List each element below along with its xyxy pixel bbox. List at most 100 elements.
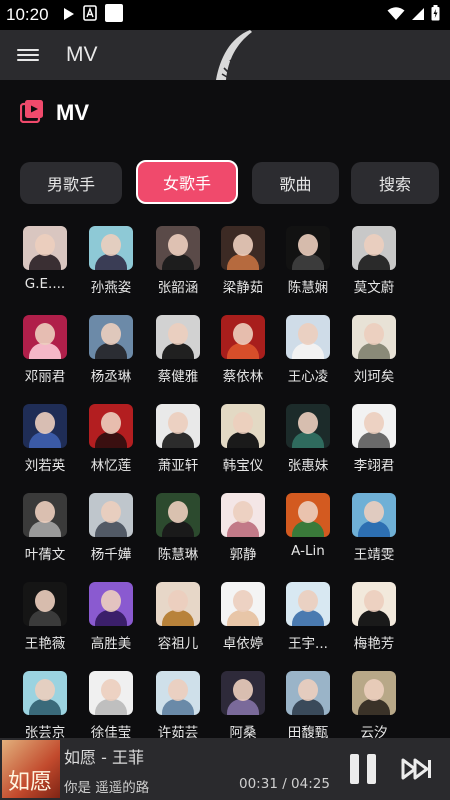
- artist-avatar[interactable]: [89, 315, 133, 359]
- artist-item[interactable]: G.E....: [10, 226, 80, 292]
- mini-player[interactable]: 如愿 如愿 - 王菲 你是 遥遥的路 00:31 / 04:25: [0, 738, 450, 800]
- tab-search[interactable]: 搜索: [351, 162, 439, 204]
- artist-avatar[interactable]: [286, 404, 330, 448]
- artist-avatar[interactable]: [352, 404, 396, 448]
- artist-avatar[interactable]: [221, 493, 265, 537]
- artist-item[interactable]: 王艳薇: [10, 582, 80, 652]
- artist-name: 莫文蔚: [353, 280, 395, 296]
- next-button[interactable]: [401, 756, 433, 786]
- section-header: MV: [19, 96, 89, 130]
- tab-female-singers[interactable]: 女歌手: [136, 160, 238, 204]
- artist-name: A-Lin: [291, 543, 325, 559]
- artist-avatar[interactable]: [221, 226, 265, 270]
- artist-name: 王心凌: [287, 369, 329, 385]
- artist-item[interactable]: 杨千嬅: [76, 493, 146, 563]
- artist-avatar[interactable]: [156, 582, 200, 626]
- artist-avatar[interactable]: [23, 226, 67, 270]
- artist-item[interactable]: 韩宝仪: [208, 404, 278, 474]
- artist-avatar[interactable]: [286, 671, 330, 715]
- artist-avatar[interactable]: [156, 404, 200, 448]
- artist-name: 叶蒨文: [24, 547, 66, 563]
- artist-item[interactable]: 高胜美: [76, 582, 146, 652]
- artist-avatar[interactable]: [221, 582, 265, 626]
- artist-avatar[interactable]: [23, 493, 67, 537]
- status-right-icons: [387, 5, 440, 25]
- artist-item[interactable]: 陈慧琳: [143, 493, 213, 563]
- artist-item[interactable]: 张韶涵: [143, 226, 213, 296]
- artist-item[interactable]: 刘若英: [10, 404, 80, 474]
- artist-avatar[interactable]: [286, 493, 330, 537]
- artist-avatar[interactable]: [286, 315, 330, 359]
- artist-avatar[interactable]: [89, 226, 133, 270]
- artist-item[interactable]: 蔡健雅: [143, 315, 213, 385]
- artist-item[interactable]: 蔡依林: [208, 315, 278, 385]
- artist-item[interactable]: A-Lin: [273, 493, 343, 559]
- artist-item[interactable]: 叶蒨文: [10, 493, 80, 563]
- artist-avatar[interactable]: [352, 671, 396, 715]
- artist-item[interactable]: 李翊君: [339, 404, 409, 474]
- status-time: 10:20: [6, 5, 49, 24]
- artist-avatar[interactable]: [286, 582, 330, 626]
- tab-songs[interactable]: 歌曲: [252, 162, 339, 204]
- artist-avatar[interactable]: [23, 582, 67, 626]
- artist-avatar[interactable]: [156, 671, 200, 715]
- artist-avatar[interactable]: [221, 404, 265, 448]
- artist-item[interactable]: 杨丞琳: [76, 315, 146, 385]
- artist-avatar[interactable]: [352, 582, 396, 626]
- artist-avatar[interactable]: [156, 493, 200, 537]
- tab-male-singers[interactable]: 男歌手: [20, 162, 122, 204]
- hamburger-icon: [17, 46, 39, 64]
- artist-avatar[interactable]: [286, 226, 330, 270]
- artist-item[interactable]: 邓丽君: [10, 315, 80, 385]
- artist-item[interactable]: 莫文蔚: [339, 226, 409, 296]
- artist-avatar[interactable]: [89, 582, 133, 626]
- artist-item[interactable]: 郭静: [208, 493, 278, 563]
- artist-name: 梅艳芳: [353, 636, 395, 652]
- artist-item[interactable]: 梅艳芳: [339, 582, 409, 652]
- category-tabs: 男歌手 女歌手 歌曲 搜索: [20, 160, 440, 204]
- artist-item[interactable]: 卓依婷: [208, 582, 278, 652]
- artist-item[interactable]: 刘珂矣: [339, 315, 409, 385]
- artist-avatar[interactable]: [23, 404, 67, 448]
- menu-button[interactable]: [0, 30, 56, 80]
- artist-name: 萧亚轩: [157, 458, 199, 474]
- artist-avatar[interactable]: [89, 404, 133, 448]
- artist-item[interactable]: 陈慧娴: [273, 226, 343, 296]
- artist-item[interactable]: 王宇...: [273, 582, 343, 652]
- artist-item[interactable]: 云汐: [339, 671, 409, 741]
- artist-avatar[interactable]: [352, 226, 396, 270]
- artist-name: 卓依婷: [222, 636, 264, 652]
- artist-item[interactable]: 张芸京: [10, 671, 80, 741]
- current-lyric: 你是 遥遥的路: [64, 780, 150, 796]
- artist-item[interactable]: 张惠妹: [273, 404, 343, 474]
- artist-avatar[interactable]: [221, 671, 265, 715]
- artist-avatar[interactable]: [156, 315, 200, 359]
- artist-avatar[interactable]: [89, 671, 133, 715]
- artist-name: G.E....: [24, 276, 66, 292]
- artist-item[interactable]: 容祖儿: [143, 582, 213, 652]
- artist-item[interactable]: 王心凌: [273, 315, 343, 385]
- artist-avatar[interactable]: [89, 493, 133, 537]
- player-info[interactable]: 如愿 - 王菲 你是 遥遥的路 00:31 / 04:25: [64, 738, 334, 800]
- wifi-icon: [387, 6, 405, 25]
- artist-item[interactable]: 梁静茹: [208, 226, 278, 296]
- artist-avatar[interactable]: [352, 493, 396, 537]
- artist-avatar[interactable]: [156, 226, 200, 270]
- artist-item[interactable]: 许茹芸: [143, 671, 213, 741]
- artist-item[interactable]: 萧亚轩: [143, 404, 213, 474]
- artist-name: 陈慧娴: [287, 280, 329, 296]
- artist-item[interactable]: 阿桑: [208, 671, 278, 741]
- artist-item[interactable]: 王靖雯: [339, 493, 409, 563]
- pause-button[interactable]: [348, 754, 378, 786]
- artist-item[interactable]: 孙燕姿: [76, 226, 146, 296]
- artist-avatar[interactable]: [23, 671, 67, 715]
- artist-item[interactable]: 林忆莲: [76, 404, 146, 474]
- status-bar: 10:20: [0, 0, 450, 30]
- album-cover[interactable]: 如愿: [2, 740, 60, 798]
- artist-item[interactable]: 徐佳莹: [76, 671, 146, 741]
- artist-item[interactable]: 田馥甄: [273, 671, 343, 741]
- artist-avatar[interactable]: [23, 315, 67, 359]
- section-title: MV: [56, 100, 89, 125]
- artist-avatar[interactable]: [352, 315, 396, 359]
- artist-avatar[interactable]: [221, 315, 265, 359]
